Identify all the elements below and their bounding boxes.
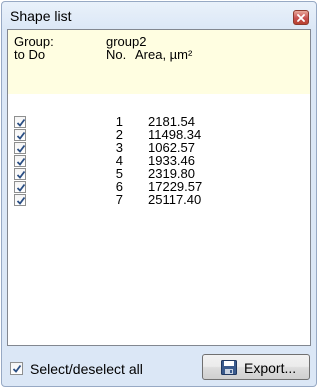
window-title: Shape list: [10, 8, 72, 24]
checkmark-icon: [16, 144, 26, 153]
row-checkbox[interactable]: [14, 194, 26, 206]
column-header-area: Area, µm²: [135, 47, 193, 62]
close-button[interactable]: [293, 10, 309, 25]
row-checkbox[interactable]: [14, 155, 26, 167]
row-area: 25117.40: [148, 192, 202, 207]
row-checkbox[interactable]: [14, 181, 26, 193]
close-icon: [297, 14, 305, 22]
shape-list-window: Shape list Group: group2 to Do No. Area,…: [1, 1, 317, 387]
export-label: Export...: [244, 360, 297, 376]
row-number: 7: [115, 192, 123, 207]
row-checkbox[interactable]: [14, 129, 26, 141]
checkmark-icon: [16, 170, 26, 179]
column-header-no: No.: [106, 47, 127, 62]
export-button[interactable]: Export...: [202, 354, 310, 380]
table-row: 7 25117.40: [8, 193, 310, 207]
checkmark-icon: [16, 157, 26, 166]
shape-list-panel: Group: group2 to Do No. Area, µm² 1 2181.…: [7, 29, 311, 346]
select-all-checkbox[interactable]: [10, 362, 23, 375]
row-checkbox[interactable]: [14, 116, 26, 128]
select-all-label: Select/deselect all: [30, 361, 143, 377]
floppy-disk-icon: [221, 360, 237, 375]
checkmark-icon: [16, 118, 26, 127]
checkmark-icon: [12, 364, 22, 373]
row-checkbox[interactable]: [14, 142, 26, 154]
row-checkbox[interactable]: [14, 168, 26, 180]
title-bar[interactable]: Shape list: [2, 2, 316, 29]
checkmark-icon: [16, 183, 26, 192]
column-header-todo: to Do: [14, 47, 46, 62]
bottom-bar: Select/deselect all Export...: [2, 346, 316, 386]
list-header: Group: group2 to Do No. Area, µm²: [8, 30, 310, 94]
checkmark-icon: [16, 131, 26, 140]
checkmark-icon: [16, 196, 26, 205]
